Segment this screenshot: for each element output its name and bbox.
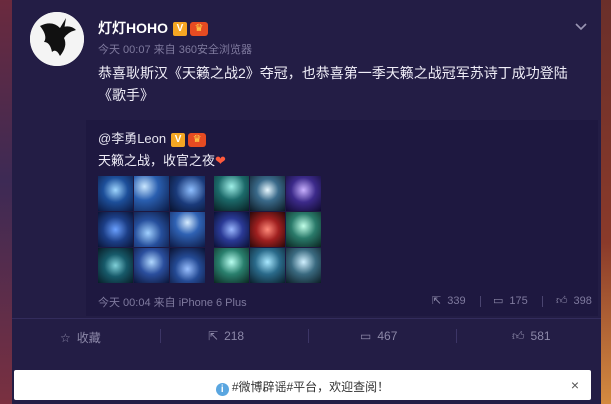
background-right: [601, 0, 611, 404]
photo-thumbnail[interactable]: [170, 176, 205, 211]
repost-share-count: 339: [447, 295, 466, 307]
close-icon[interactable]: ×: [571, 377, 579, 393]
repost-author-name[interactable]: @李勇Leon: [98, 131, 166, 146]
photo-thumbnail[interactable]: [250, 212, 285, 247]
divider: [160, 329, 161, 343]
weibo-card: 灯灯HOHO V ♛ 今天 00:07 来自 360安全浏览器 恭喜耿斯汉《天籁之战…: [12, 0, 601, 404]
notice-text[interactable]: #微博辟谣#平台，欢迎查阅！: [232, 380, 389, 394]
photo-thumbnail[interactable]: [98, 212, 133, 247]
notice-bar: i #微博辟谣#平台，欢迎查阅！ ×: [14, 370, 591, 400]
divider: [480, 296, 481, 307]
photo-thumbnail[interactable]: [170, 212, 205, 247]
divider: [456, 329, 457, 343]
action-bar: ☆ 收藏 ⇱ 218 ▭ 467 👍︎ 581: [12, 319, 601, 355]
repost-time[interactable]: 今天 00:04 来自 iPhone 6 Plus: [98, 294, 247, 310]
comment-count: 467: [377, 329, 398, 343]
avatar[interactable]: [30, 12, 84, 66]
photo-thumbnail[interactable]: [286, 248, 321, 283]
photo-thumbnail[interactable]: [98, 176, 133, 211]
like-icon: 👍︎: [556, 295, 568, 307]
photo-thumbnail[interactable]: [134, 176, 169, 211]
comment-icon: ▭: [360, 329, 372, 343]
post-author[interactable]: 灯灯HOHO V ♛: [98, 18, 208, 38]
divider: [308, 329, 309, 343]
photo-thumbnail[interactable]: [250, 248, 285, 283]
photo-grid-left: [98, 176, 205, 283]
post-text: 恭喜耿斯汉《天籁之战2》夺冠，也恭喜第一季天籁之战冠军苏诗丁成功登陆《歌手》: [98, 65, 568, 103]
repost-like-button[interactable]: 👍︎ 398: [556, 294, 592, 307]
vip-crown-icon[interactable]: ♛: [190, 22, 208, 37]
photo-thumbnail[interactable]: [250, 176, 285, 211]
chevron-down-icon[interactable]: [575, 18, 587, 34]
repost-comment-count: 175: [509, 295, 528, 307]
repost-comment-button[interactable]: ▭ 175: [493, 294, 528, 307]
notice-text-wrap: i #微博辟谣#平台，欢迎查阅！: [14, 378, 591, 396]
verified-icon: V: [171, 132, 186, 147]
repost-text: 天籁之战，收官之夜❤: [98, 150, 226, 169]
photo-thumbnail[interactable]: [286, 212, 321, 247]
favorite-label: 收藏: [76, 331, 101, 345]
repost-text-body: 天籁之战，收官之夜: [98, 153, 216, 168]
photo-thumbnail[interactable]: [134, 212, 169, 247]
share-icon: ⇱: [432, 295, 442, 307]
photo-thumbnail[interactable]: [286, 176, 321, 211]
like-count: 581: [530, 329, 551, 343]
photo-thumbnail[interactable]: [134, 248, 169, 283]
photo-thumbnail[interactable]: [170, 248, 205, 283]
comment-button[interactable]: ▭ 467: [360, 329, 397, 343]
divider: [542, 296, 543, 307]
comment-icon: ▭: [493, 295, 504, 307]
repost-count: 218: [224, 329, 245, 343]
repost-box: @李勇Leon V ♛ 天籁之战，收官之夜❤ 今天 00:04 来自 iPhon…: [86, 120, 598, 316]
photo-thumbnail[interactable]: [214, 212, 249, 247]
vip-crown-icon[interactable]: ♛: [188, 132, 207, 147]
repost-share-button[interactable]: ⇱ 339: [432, 294, 466, 307]
photo-thumbnail[interactable]: [214, 176, 249, 211]
background-left: [0, 0, 12, 404]
photo-thumbnail[interactable]: [98, 248, 133, 283]
heart-icon: ❤: [215, 153, 226, 168]
like-button[interactable]: 👍︎ 581: [512, 329, 551, 344]
photo-grid-right: [214, 176, 321, 283]
repost-button[interactable]: ⇱ 218: [208, 329, 244, 343]
post-meta[interactable]: 今天 00:07 来自 360安全浏览器: [98, 41, 252, 57]
like-icon: 👍︎: [512, 329, 525, 343]
repost-author[interactable]: @李勇Leon V ♛: [98, 128, 207, 147]
favorite-button[interactable]: ☆ 收藏: [60, 329, 101, 346]
info-icon: i: [215, 383, 229, 396]
repost-like-count: 398: [573, 295, 592, 307]
verified-icon: V: [173, 22, 187, 37]
photo-thumbnail[interactable]: [214, 248, 249, 283]
repost-footer: 今天 00:04 来自 iPhone 6 Plus ⇱ 339 ▭ 175 👍︎ 39…: [86, 292, 598, 312]
star-icon: ☆: [60, 331, 71, 345]
post-author-name[interactable]: 灯灯HOHO: [98, 20, 168, 36]
share-icon: ⇱: [208, 329, 219, 343]
